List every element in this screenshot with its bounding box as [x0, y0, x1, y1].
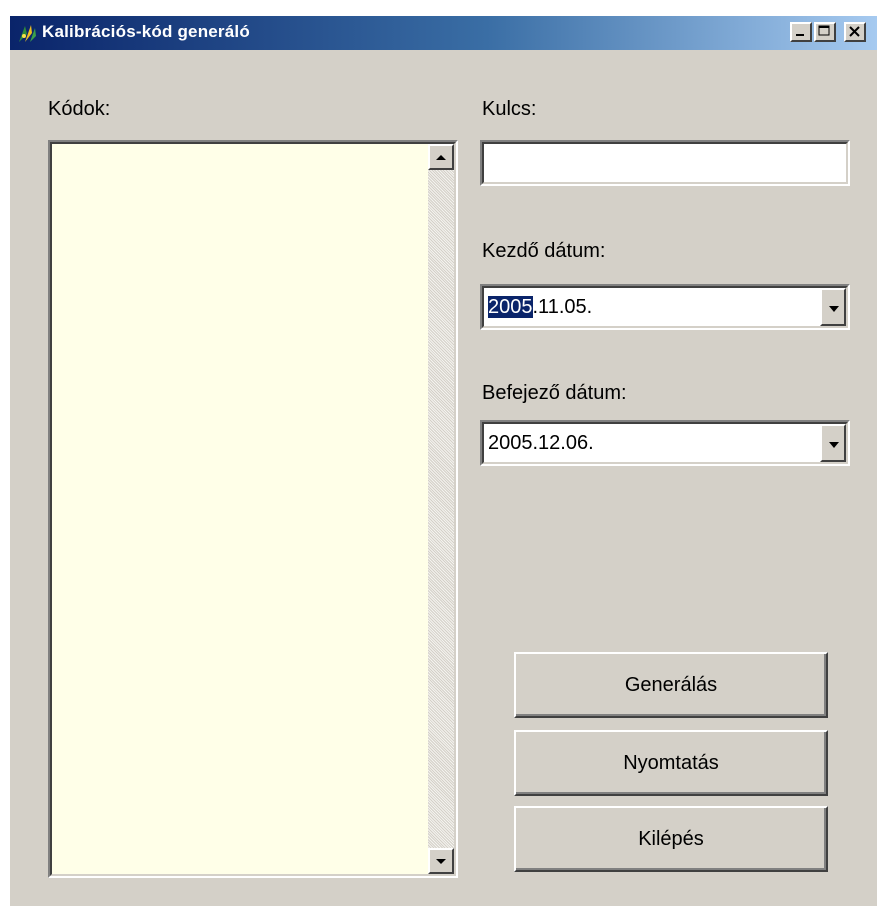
start-date-picker[interactable]: 2005.11.05. — [480, 284, 850, 330]
scroll-up-button[interactable] — [428, 144, 454, 170]
close-button[interactable] — [844, 22, 866, 42]
key-label: Kulcs: — [482, 98, 537, 120]
end-date-dropdown-button[interactable] — [820, 424, 846, 462]
start-date-value: 2005.11.05. — [488, 296, 592, 319]
maximize-icon — [818, 25, 830, 36]
key-input[interactable] — [480, 140, 850, 186]
start-date-label: Kezdő dátum: — [482, 240, 606, 262]
codes-listbox[interactable] — [48, 140, 458, 878]
minimize-button[interactable] — [790, 22, 812, 42]
maximize-button[interactable] — [814, 22, 836, 42]
codes-label: Kódok: — [48, 98, 111, 120]
start-date-dropdown-button[interactable] — [820, 288, 846, 326]
main-window: Kalibrációs-kód generáló Kódok: Kulcs: K… — [8, 14, 877, 906]
exit-button[interactable]: Kilépés — [514, 806, 828, 872]
arrow-down-icon — [436, 859, 446, 864]
end-date-value: 2005.12.06. — [488, 432, 594, 454]
start-date-rest: .11.05. — [532, 296, 593, 318]
end-date-picker[interactable]: 2005.12.06. — [480, 420, 850, 466]
print-button[interactable]: Nyomtatás — [514, 730, 828, 796]
title-bar[interactable]: Kalibrációs-kód generáló — [10, 16, 877, 50]
close-icon — [849, 26, 860, 37]
start-date-year-selection: 2005 — [488, 296, 533, 318]
end-date-label: Befejező dátum: — [482, 382, 627, 404]
chevron-down-icon — [829, 306, 839, 312]
scroll-down-button[interactable] — [428, 848, 454, 874]
app-icon — [16, 22, 38, 44]
generate-button[interactable]: Generálás — [514, 652, 828, 718]
minimize-icon — [796, 34, 804, 36]
chevron-down-icon — [829, 442, 839, 448]
arrow-up-icon — [436, 155, 446, 160]
window-title: Kalibrációs-kód generáló — [42, 22, 250, 41]
vertical-scrollbar[interactable] — [428, 144, 454, 874]
